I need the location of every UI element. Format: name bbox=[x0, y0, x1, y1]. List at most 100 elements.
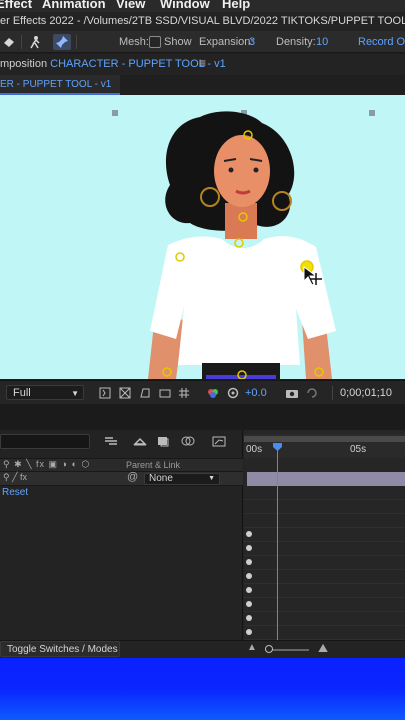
timeline-graph-area[interactable]: 00s 05s bbox=[244, 430, 405, 660]
property-track bbox=[244, 598, 405, 612]
pickwhip-icon[interactable]: @ bbox=[127, 471, 138, 483]
menu-effect[interactable]: Effect bbox=[0, 0, 32, 11]
density-label: Density: bbox=[276, 36, 316, 48]
toolbar-divider bbox=[76, 35, 77, 49]
timeline-panel: ⚲ ✱ ╲ fx ▣ ◑ ◐ ⬡ Parent & Link ⚲ ╱ fx @ … bbox=[0, 430, 405, 660]
chevron-down-icon: ▼ bbox=[71, 389, 79, 398]
tab-composition[interactable]: ER - PUPPET TOOL - v1 bbox=[0, 75, 120, 95]
menu-animation[interactable]: Animation bbox=[42, 0, 106, 11]
bounding-handle bbox=[112, 110, 118, 116]
timeline-footer: Toggle Switches / Modes ▲ ⛰ bbox=[0, 640, 405, 658]
viewer-divider bbox=[332, 386, 333, 400]
zoom-slider-knob[interactable] bbox=[265, 645, 273, 653]
channel-color-icon[interactable] bbox=[206, 386, 220, 400]
property-track bbox=[244, 626, 405, 640]
density-value[interactable]: 10 bbox=[316, 36, 328, 48]
keyframe[interactable] bbox=[246, 531, 252, 537]
property-track bbox=[244, 556, 405, 570]
show-label: Show bbox=[164, 36, 192, 48]
keyframe[interactable] bbox=[246, 587, 252, 593]
window-title: er Effects 2022 - /Volumes/2TB SSD/VISUA… bbox=[0, 15, 405, 27]
composition-tab-bar: ER - PUPPET TOOL - v1 bbox=[0, 75, 405, 95]
property-track bbox=[244, 486, 405, 500]
keyframe[interactable] bbox=[246, 573, 252, 579]
comp-flowchart-icon[interactable] bbox=[103, 434, 119, 448]
transparency-grid-icon[interactable] bbox=[118, 386, 132, 400]
tab-composition-label: ER - PUPPET TOOL - v1 bbox=[0, 79, 112, 90]
menu-help[interactable]: Help bbox=[222, 0, 250, 11]
bounding-handle bbox=[369, 110, 375, 116]
draft-3d-icon[interactable] bbox=[132, 434, 148, 448]
puppet-position-pin-icon[interactable] bbox=[26, 34, 44, 50]
time-ruler[interactable]: 00s 05s bbox=[244, 434, 405, 458]
frame-blending-icon[interactable] bbox=[180, 434, 196, 448]
reset-exposure-icon[interactable] bbox=[226, 386, 240, 400]
resolution-dropdown[interactable]: Full ▼ bbox=[6, 385, 84, 400]
layer-row[interactable]: ⚲ ╱ fx @ None ▼ bbox=[0, 471, 243, 486]
exposure-value[interactable]: +0.0 bbox=[245, 387, 267, 399]
keyframe[interactable] bbox=[246, 559, 252, 565]
expansion-value[interactable]: 3 bbox=[249, 36, 255, 48]
toggle-switches-modes-button[interactable]: Toggle Switches / Modes bbox=[0, 641, 120, 657]
toggle-switches-label: Toggle Switches / Modes bbox=[7, 644, 118, 655]
keyframe[interactable] bbox=[246, 545, 252, 551]
property-track bbox=[244, 528, 405, 542]
zoom-in-icon[interactable]: ⛰ bbox=[318, 641, 328, 656]
parent-link-label: Parent & Link bbox=[126, 460, 181, 470]
switches-column-icons: ⚲ ✱ ╲ fx ▣ ◑ ◐ ⬡ bbox=[3, 459, 91, 469]
toolbar-divider bbox=[21, 35, 22, 49]
tools-panel: Mesh: Show Expansion: 3 Density: 10 Reco… bbox=[0, 31, 405, 53]
layer-column-header: ⚲ ✱ ╲ fx ▣ ◑ ◐ ⬡ Parent & Link bbox=[0, 458, 243, 472]
mesh-label: Mesh: bbox=[119, 36, 149, 48]
layer-search-input[interactable] bbox=[0, 434, 90, 449]
keyframe[interactable] bbox=[246, 615, 252, 621]
eraser-tool-icon[interactable] bbox=[0, 34, 18, 50]
bottom-blue-band bbox=[0, 658, 405, 720]
property-track bbox=[244, 500, 405, 514]
property-track bbox=[244, 584, 405, 598]
menu-bar: Effect Animation View Window Help bbox=[0, 0, 405, 12]
playhead-line[interactable] bbox=[277, 444, 278, 660]
hamburger-menu-icon[interactable]: ≡ bbox=[199, 56, 206, 70]
show-snapshot-icon[interactable] bbox=[305, 386, 319, 400]
grid-guides-icon[interactable] bbox=[177, 386, 191, 400]
record-options-link[interactable]: Record Op bbox=[358, 36, 405, 48]
reset-link[interactable]: Reset bbox=[2, 487, 28, 498]
graph-editor-icon[interactable] bbox=[211, 434, 227, 448]
layer-outline: ⚲ ✱ ╲ fx ▣ ◑ ◐ ⬡ Parent & Link ⚲ ╱ fx @ … bbox=[0, 430, 243, 660]
chevron-down-icon: ▼ bbox=[208, 475, 215, 482]
parent-dropdown[interactable]: None ▼ bbox=[144, 473, 220, 485]
composition-panel-title: mposition CHARACTER - PUPPET TOOL - v1 bbox=[0, 58, 226, 70]
expansion-label: Expansion: bbox=[199, 36, 254, 48]
composition-panel-header: mposition CHARACTER - PUPPET TOOL - v1 ≡ bbox=[0, 54, 405, 75]
layer-duration-bar[interactable] bbox=[247, 472, 405, 486]
snapshot-camera-icon[interactable] bbox=[285, 386, 299, 400]
puppet-pin-tool-icon[interactable] bbox=[53, 34, 71, 50]
menu-window[interactable]: Window bbox=[160, 0, 210, 11]
composition-viewer[interactable] bbox=[0, 95, 405, 379]
zoom-out-icon[interactable]: ▲ bbox=[247, 642, 257, 653]
layer-switches[interactable]: ⚲ ╱ fx bbox=[3, 472, 27, 483]
keyframe[interactable] bbox=[246, 601, 252, 607]
resolution-value: Full bbox=[13, 387, 31, 399]
show-mesh-checkbox[interactable] bbox=[149, 36, 161, 48]
shy-layers-icon[interactable] bbox=[155, 434, 171, 448]
composition-canvas[interactable] bbox=[0, 95, 405, 379]
parent-value: None bbox=[149, 473, 173, 484]
property-track bbox=[244, 612, 405, 626]
character-illustration bbox=[112, 110, 375, 379]
work-area-bar[interactable] bbox=[244, 436, 405, 442]
fast-previews-icon[interactable] bbox=[98, 386, 112, 400]
menu-view[interactable]: View bbox=[116, 0, 145, 11]
composition-label: mposition bbox=[0, 58, 48, 70]
mask-visibility-icon[interactable] bbox=[138, 386, 152, 400]
viewer-controls: Full ▼ +0.0 0;00;01;10 bbox=[0, 380, 405, 404]
app-title-bar: er Effects 2022 - /Volumes/2TB SSD/VISUA… bbox=[0, 12, 405, 31]
current-timecode[interactable]: 0;00;01;10 bbox=[340, 387, 392, 399]
property-track bbox=[244, 514, 405, 528]
ruler-label-0: 00s bbox=[246, 444, 263, 455]
panel-gap bbox=[0, 404, 405, 430]
region-of-interest-icon[interactable] bbox=[158, 386, 172, 400]
ruler-label-1: 05s bbox=[350, 444, 367, 455]
keyframe[interactable] bbox=[246, 629, 252, 635]
